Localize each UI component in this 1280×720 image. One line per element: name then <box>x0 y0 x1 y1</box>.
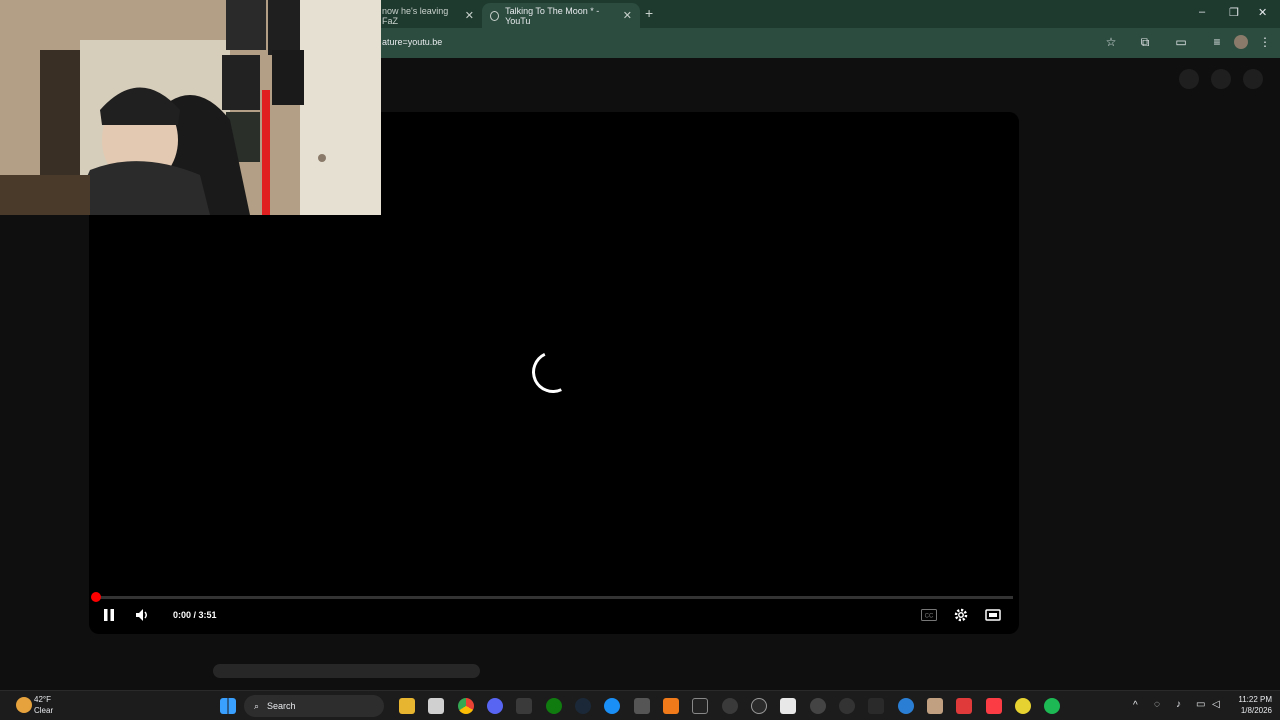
app-icon[interactable] <box>722 698 738 714</box>
close-tab-icon[interactable]: ✕ <box>623 9 632 22</box>
app-icon[interactable] <box>1015 698 1031 714</box>
theater-mode-button[interactable] <box>985 605 1001 625</box>
title-loading-placeholder <box>213 664 480 678</box>
minimize-button[interactable]: – <box>1199 6 1205 18</box>
app-icon[interactable] <box>927 698 943 714</box>
progress-bar[interactable] <box>91 592 1013 602</box>
webcam-feed-image <box>0 0 381 215</box>
app-icon[interactable] <box>868 698 884 714</box>
cast-icon[interactable]: ▭ <box>1174 35 1188 49</box>
volume-button[interactable] <box>135 605 151 625</box>
header-icon-placeholder[interactable] <box>1211 69 1231 89</box>
search-icon: ⌕ <box>254 700 260 711</box>
captions-button[interactable]: CC <box>921 605 937 625</box>
app-icon[interactable] <box>692 698 708 714</box>
network-icon[interactable]: ◌ <box>1154 699 1160 710</box>
theater-icon <box>985 609 1001 621</box>
app-icon[interactable] <box>780 698 796 714</box>
search-label: Search <box>267 701 296 711</box>
app-icon[interactable] <box>634 698 650 714</box>
cc-icon: CC <box>921 609 937 621</box>
header-icon-placeholder[interactable] <box>1243 69 1263 89</box>
youtube-favicon-icon <box>490 10 500 21</box>
volume-icon <box>136 609 147 621</box>
profile-avatar-icon[interactable] <box>1234 35 1248 49</box>
menu-kebab-icon[interactable]: ⋮ <box>1258 35 1272 49</box>
chrome-icon[interactable] <box>458 698 474 714</box>
media-controls-icon[interactable]: ≡ <box>1210 35 1224 49</box>
weather-icon <box>16 697 32 713</box>
weather-temp: 42°F <box>34 695 51 704</box>
pause-icon <box>104 609 114 621</box>
display-icon[interactable]: ▭ <box>1196 699 1205 710</box>
pause-button[interactable] <box>102 605 116 625</box>
webcam-overlay <box>0 0 381 215</box>
epic-games-icon[interactable] <box>516 698 532 714</box>
new-tab-button[interactable]: + <box>645 5 653 21</box>
app-icon[interactable] <box>751 698 767 714</box>
tab-label: Talking To The Moon * - YouTu <box>505 5 600 26</box>
windows-start-icon[interactable] <box>220 698 236 714</box>
mic-icon[interactable]: ♪ <box>1176 699 1181 710</box>
app-icon[interactable] <box>839 698 855 714</box>
loading-spinner-icon <box>526 345 580 399</box>
url-text[interactable]: ature=youtu.be <box>382 37 442 47</box>
close-tab-icon[interactable]: ✕ <box>465 9 474 22</box>
app-icon[interactable] <box>898 698 914 714</box>
taskbar-search[interactable]: ⌕ Search <box>244 695 384 717</box>
extensions-icon[interactable]: ⧉ <box>1138 35 1152 49</box>
close-window-button[interactable]: ✕ <box>1258 6 1267 19</box>
file-explorer-icon[interactable] <box>399 698 415 714</box>
spotify-icon[interactable] <box>1044 698 1060 714</box>
settings-button[interactable] <box>953 605 969 625</box>
tab-label: now he's leaving FaZ <box>382 5 449 26</box>
taskbar: 42°F Clear ⌕ Search ^ ◌ ♪ ▭ ◁ 11:22 PM 1… <box>0 690 1280 720</box>
app-icon[interactable] <box>810 698 826 714</box>
store-icon[interactable] <box>428 698 444 714</box>
time-display: 0:00 / 3:51 <box>173 605 217 625</box>
weather-widget[interactable]: 42°F Clear <box>14 694 74 718</box>
xbox-icon[interactable] <box>546 698 562 714</box>
maximize-button[interactable]: ❐ <box>1229 6 1239 19</box>
tray-chevron-icon[interactable]: ^ <box>1133 700 1138 711</box>
steam-icon[interactable] <box>575 698 591 714</box>
bookmark-star-icon[interactable]: ☆ <box>1104 35 1118 49</box>
clock-time[interactable]: 11:22 PM <box>1228 695 1272 704</box>
svg-text:CC: CC <box>925 614 934 620</box>
battlenet-icon[interactable] <box>604 698 620 714</box>
settings-icon <box>954 608 968 622</box>
discord-icon[interactable] <box>487 698 503 714</box>
time-text: 0:00 / 3:51 <box>173 610 217 620</box>
app-icon[interactable] <box>956 698 972 714</box>
scrubber-handle[interactable] <box>91 592 101 602</box>
volume-tray-icon[interactable]: ◁ <box>1212 699 1220 710</box>
music-icon[interactable] <box>986 698 1002 714</box>
header-icon-placeholder[interactable] <box>1179 69 1199 89</box>
tab-faze[interactable]: now he's leaving FaZ ✕ <box>374 3 482 28</box>
weather-condition: Clear <box>34 706 54 715</box>
clock-date[interactable]: 1/8/2026 <box>1228 706 1272 715</box>
app-icon[interactable] <box>663 698 679 714</box>
tab-youtube[interactable]: Talking To The Moon * - YouTu ✕ <box>482 3 640 28</box>
